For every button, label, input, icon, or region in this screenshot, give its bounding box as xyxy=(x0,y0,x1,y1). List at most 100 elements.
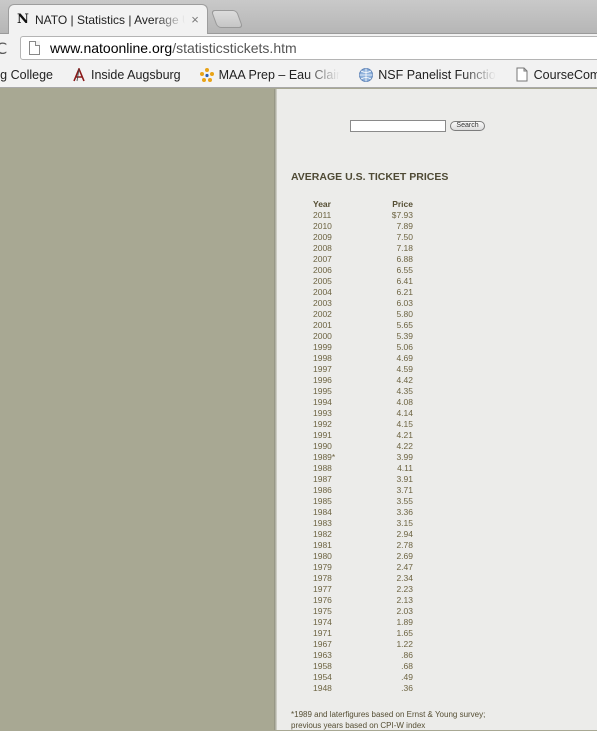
price-cell: 4.69 xyxy=(396,353,413,363)
table-row: 1971 1.65 xyxy=(313,628,413,639)
year-cell: 1989* xyxy=(313,452,336,462)
table-row: 2008 7.18 xyxy=(313,243,413,254)
year-cell: 1988 xyxy=(313,463,332,473)
price-cell: 5.06 xyxy=(396,342,413,352)
bookmarks-bar: rg College Inside Augsburg MAA Prep – Ea… xyxy=(0,62,597,88)
year-cell: 1998 xyxy=(313,353,332,363)
table-row: 1995 4.35 xyxy=(313,386,413,397)
footnote: *1989 and laterfigures based on Ernst & … xyxy=(291,709,591,731)
table-row: 1963 .86 xyxy=(313,650,413,661)
table-row: 1987 3.91 xyxy=(313,474,413,485)
page-icon xyxy=(514,67,530,83)
table-row: 1983 3.15 xyxy=(313,518,413,529)
table-row: 1954 .49 xyxy=(313,672,413,683)
year-cell: 2007 xyxy=(313,254,332,264)
year-cell: 1993 xyxy=(313,408,332,418)
address-bar[interactable]: www.natoonline.org/statisticstickets.htm xyxy=(20,36,597,60)
table-row: 2003 6.03 xyxy=(313,298,413,309)
price-cell: 2.23 xyxy=(396,584,413,594)
price-cell: 4.22 xyxy=(396,441,413,451)
tab-strip: N NATO | Statistics | Average U × xyxy=(0,0,597,34)
table-row: 2002 5.80 xyxy=(313,309,413,320)
table-row: 1997 4.59 xyxy=(313,364,413,375)
price-cell: 6.88 xyxy=(396,254,413,264)
year-cell: 2000 xyxy=(313,331,332,341)
price-cell: 6.55 xyxy=(396,265,413,275)
price-cell: 7.50 xyxy=(396,232,413,242)
table-row: 1992 4.15 xyxy=(313,419,413,430)
page-icon xyxy=(29,41,40,55)
bookmark-maa-prep[interactable]: MAA Prep – Eau Clair xyxy=(199,67,341,83)
toolbar: C www.natoonline.org/statisticstickets.h… xyxy=(0,34,597,62)
price-column-header: Price xyxy=(392,199,413,209)
table-row: 2001 5.65 xyxy=(313,320,413,331)
year-cell: 1967 xyxy=(313,639,332,649)
price-cell: 6.41 xyxy=(396,276,413,286)
table-row: 1958 .68 xyxy=(313,661,413,672)
price-cell: 3.15 xyxy=(396,518,413,528)
url-path: /statisticstickets.htm xyxy=(172,40,297,56)
price-cell: 4.14 xyxy=(396,408,413,418)
url-host: www.natoonline.org xyxy=(50,40,173,56)
price-cell: 2.34 xyxy=(396,573,413,583)
table-row: 1984 3.36 xyxy=(313,507,413,518)
new-tab-button[interactable] xyxy=(210,10,244,28)
price-cell: 7.89 xyxy=(396,221,413,231)
table-row: 1996 4.42 xyxy=(313,375,413,386)
tab-nato-statistics[interactable]: N NATO | Statistics | Average U × xyxy=(8,4,208,34)
bookmark-nsf-panelist[interactable]: NSF Panelist Functio xyxy=(358,67,496,83)
price-cell: 4.21 xyxy=(396,430,413,440)
year-cell: 2002 xyxy=(313,309,332,319)
year-cell: 2010 xyxy=(313,221,332,231)
price-cell: 4.11 xyxy=(397,463,413,473)
bookmark-inside-augsburg[interactable]: Inside Augsburg xyxy=(71,67,181,83)
price-cell: .68 xyxy=(401,661,413,671)
price-cell: 4.08 xyxy=(396,397,413,407)
table-row: 1980 2.69 xyxy=(313,551,413,562)
table-row: 1979 2.47 xyxy=(313,562,413,573)
year-cell: 1971 xyxy=(313,628,332,638)
price-cell: 1.89 xyxy=(396,617,413,627)
table-row: 1999 5.06 xyxy=(313,342,413,353)
footnote-line: previous years based on CPI-W index xyxy=(291,721,426,730)
price-cell: 2.47 xyxy=(396,562,413,572)
year-cell: 1978 xyxy=(313,573,332,583)
year-cell: 1948 xyxy=(313,683,332,693)
year-cell: 2008 xyxy=(313,243,332,253)
price-cell: 4.59 xyxy=(396,364,413,374)
year-cell: 2004 xyxy=(313,287,332,297)
page-title: AVERAGE U.S. TICKET PRICES xyxy=(291,171,449,183)
bookmark-label: NSF Panelist Functio xyxy=(378,67,496,82)
table-header-row: Year Price xyxy=(313,199,413,210)
table-row: 1976 2.13 xyxy=(313,595,413,606)
price-cell: 2.13 xyxy=(396,595,413,605)
footnote-line: *1989 and laterfigures based on Ernst & … xyxy=(291,710,486,719)
search-input[interactable] xyxy=(350,120,446,132)
year-cell: 1980 xyxy=(313,551,332,561)
table-row: 2010 7.89 xyxy=(313,221,413,232)
bookmark-coursecompass[interactable]: CourseCompa xyxy=(514,67,597,83)
price-cell: 5.80 xyxy=(396,309,413,319)
price-cell: 3.91 xyxy=(396,474,413,484)
price-cell: 3.55 xyxy=(396,496,413,506)
table-row: 2005 6.41 xyxy=(313,276,413,287)
table-row: 1975 2.03 xyxy=(313,606,413,617)
year-cell: 1991 xyxy=(313,430,332,440)
url-text[interactable]: www.natoonline.org/statisticstickets.htm xyxy=(50,40,297,56)
bookmark-college[interactable]: rg College xyxy=(0,68,53,82)
year-cell: 2005 xyxy=(313,276,332,286)
bookmark-label: MAA Prep – Eau Clair xyxy=(218,67,341,82)
year-cell: 1996 xyxy=(313,375,332,385)
table-body: 2011 $7.93 2010 7.89 2009 7.50 2008 7.18 2007 6.8… xyxy=(313,210,413,694)
table-row: 1994 4.08 xyxy=(313,397,413,408)
search-button[interactable]: Search xyxy=(450,121,485,131)
year-column-header: Year xyxy=(313,199,331,209)
table-row: 1986 3.71 xyxy=(313,485,413,496)
year-cell: 1981 xyxy=(313,540,332,550)
price-cell: 3.99 xyxy=(396,452,413,462)
table-row: 2004 6.21 xyxy=(313,287,413,298)
price-cell: .49 xyxy=(401,672,413,682)
reload-icon[interactable]: C xyxy=(0,39,7,58)
close-icon[interactable]: × xyxy=(189,13,201,26)
year-cell: 1976 xyxy=(313,595,332,605)
